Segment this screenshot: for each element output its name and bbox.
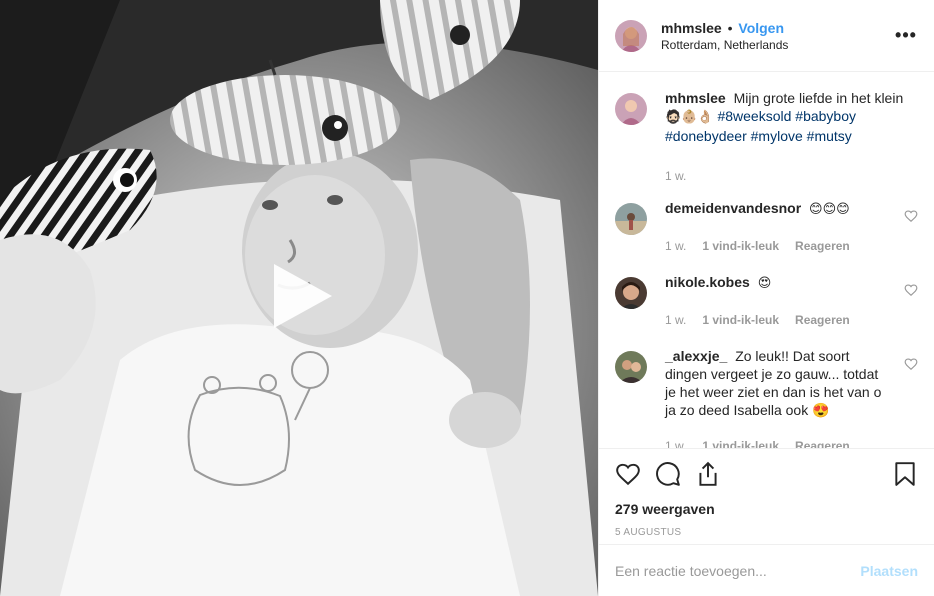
- comment-text: 😊😊😊: [809, 202, 850, 217]
- comment-input[interactable]: [615, 562, 861, 579]
- comments-list[interactable]: mhmslee Mijn grote liefde in het klein 🧔…: [599, 73, 934, 448]
- hashtag-link[interactable]: #donebydeer: [665, 128, 747, 144]
- post-location[interactable]: Rotterdam, Netherlands: [661, 37, 894, 53]
- comment-text: 😍: [757, 276, 772, 291]
- hashtag-link[interactable]: #8weeksold: [717, 108, 791, 124]
- post-date[interactable]: 5 AUGUSTUS: [615, 527, 918, 538]
- caption-username[interactable]: mhmslee: [665, 90, 726, 106]
- avatar[interactable]: [615, 277, 647, 309]
- comment-item: nikole.kobes 😍 1 w. 1 vind-ik-leuk Reage…: [615, 273, 918, 329]
- follow-button[interactable]: Volgen: [738, 20, 784, 36]
- reply-button[interactable]: Reageren: [795, 237, 850, 255]
- caption-emojis: 🧔🏻👶🏼👌🏼: [665, 110, 714, 125]
- avatar-nikole-kobes-icon: [615, 277, 647, 309]
- post-actions: 279 weergaven 5 AUGUSTUS: [599, 448, 934, 538]
- more-options-icon[interactable]: •••: [894, 24, 918, 48]
- comment-likes[interactable]: 1 vind-ik-leuk: [702, 437, 779, 448]
- comment-username[interactable]: _alexxje_: [665, 348, 727, 364]
- add-comment-bar: Plaatsen: [599, 544, 934, 596]
- bookmark-icon[interactable]: [892, 461, 918, 487]
- hashtag-link[interactable]: #mylove: [751, 128, 803, 144]
- caption-time[interactable]: 1 w.: [665, 167, 686, 185]
- caption: mhmslee Mijn grote liefde in het klein 🧔…: [615, 89, 918, 185]
- reply-button[interactable]: Reageren: [795, 437, 850, 448]
- hashtag-link[interactable]: #babyboy: [795, 108, 856, 124]
- reply-button[interactable]: Reageren: [795, 311, 850, 329]
- comment-time[interactable]: 1 w.: [665, 311, 686, 329]
- avatar-demeidenvandesnor-icon: [615, 203, 647, 235]
- like-heart-icon[interactable]: [615, 461, 641, 487]
- avatar[interactable]: [615, 351, 647, 383]
- post-sidebar: mhmslee • Volgen Rotterdam, Netherlands …: [598, 0, 934, 596]
- avatar[interactable]: [615, 93, 647, 125]
- avatar-mhmslee-icon: [615, 19, 647, 52]
- comment-item: _alexxje_ Zo leuk!! Dat soort dingen ver…: [615, 347, 918, 448]
- comment-likes[interactable]: 1 vind-ik-leuk: [702, 311, 779, 329]
- comment-username[interactable]: nikole.kobes: [665, 274, 750, 290]
- post-comment-button[interactable]: Plaatsen: [860, 563, 918, 579]
- caption-text: Mijn grote liefde in het klein: [733, 90, 904, 106]
- hashtag-link[interactable]: #mutsy: [807, 128, 852, 144]
- share-icon[interactable]: [695, 461, 721, 487]
- post-video[interactable]: [0, 0, 598, 596]
- comment-item: demeidenvandesnor 😊😊😊 1 w. 1 vind-ik-leu…: [615, 199, 918, 255]
- post-username[interactable]: mhmslee: [661, 20, 722, 36]
- comment-time[interactable]: 1 w.: [665, 437, 686, 448]
- avatar-mhmslee-icon: [615, 93, 647, 125]
- avatar-alexxje-icon: [615, 351, 647, 383]
- separator-dot: •: [727, 19, 733, 36]
- comment-bubble-icon[interactable]: [655, 461, 681, 487]
- instagram-post: mhmslee • Volgen Rotterdam, Netherlands …: [0, 0, 934, 596]
- avatar[interactable]: [615, 203, 647, 235]
- like-comment-heart-icon[interactable]: [904, 357, 918, 371]
- post-header: mhmslee • Volgen Rotterdam, Netherlands …: [599, 0, 934, 72]
- avatar[interactable]: [615, 19, 647, 52]
- view-count[interactable]: 279 weergaven: [615, 501, 918, 517]
- like-comment-heart-icon[interactable]: [904, 209, 918, 223]
- comment-username[interactable]: demeidenvandesnor: [665, 200, 801, 216]
- comment-likes[interactable]: 1 vind-ik-leuk: [702, 237, 779, 255]
- comment-time[interactable]: 1 w.: [665, 237, 686, 255]
- like-comment-heart-icon[interactable]: [904, 283, 918, 297]
- play-icon[interactable]: [268, 262, 336, 330]
